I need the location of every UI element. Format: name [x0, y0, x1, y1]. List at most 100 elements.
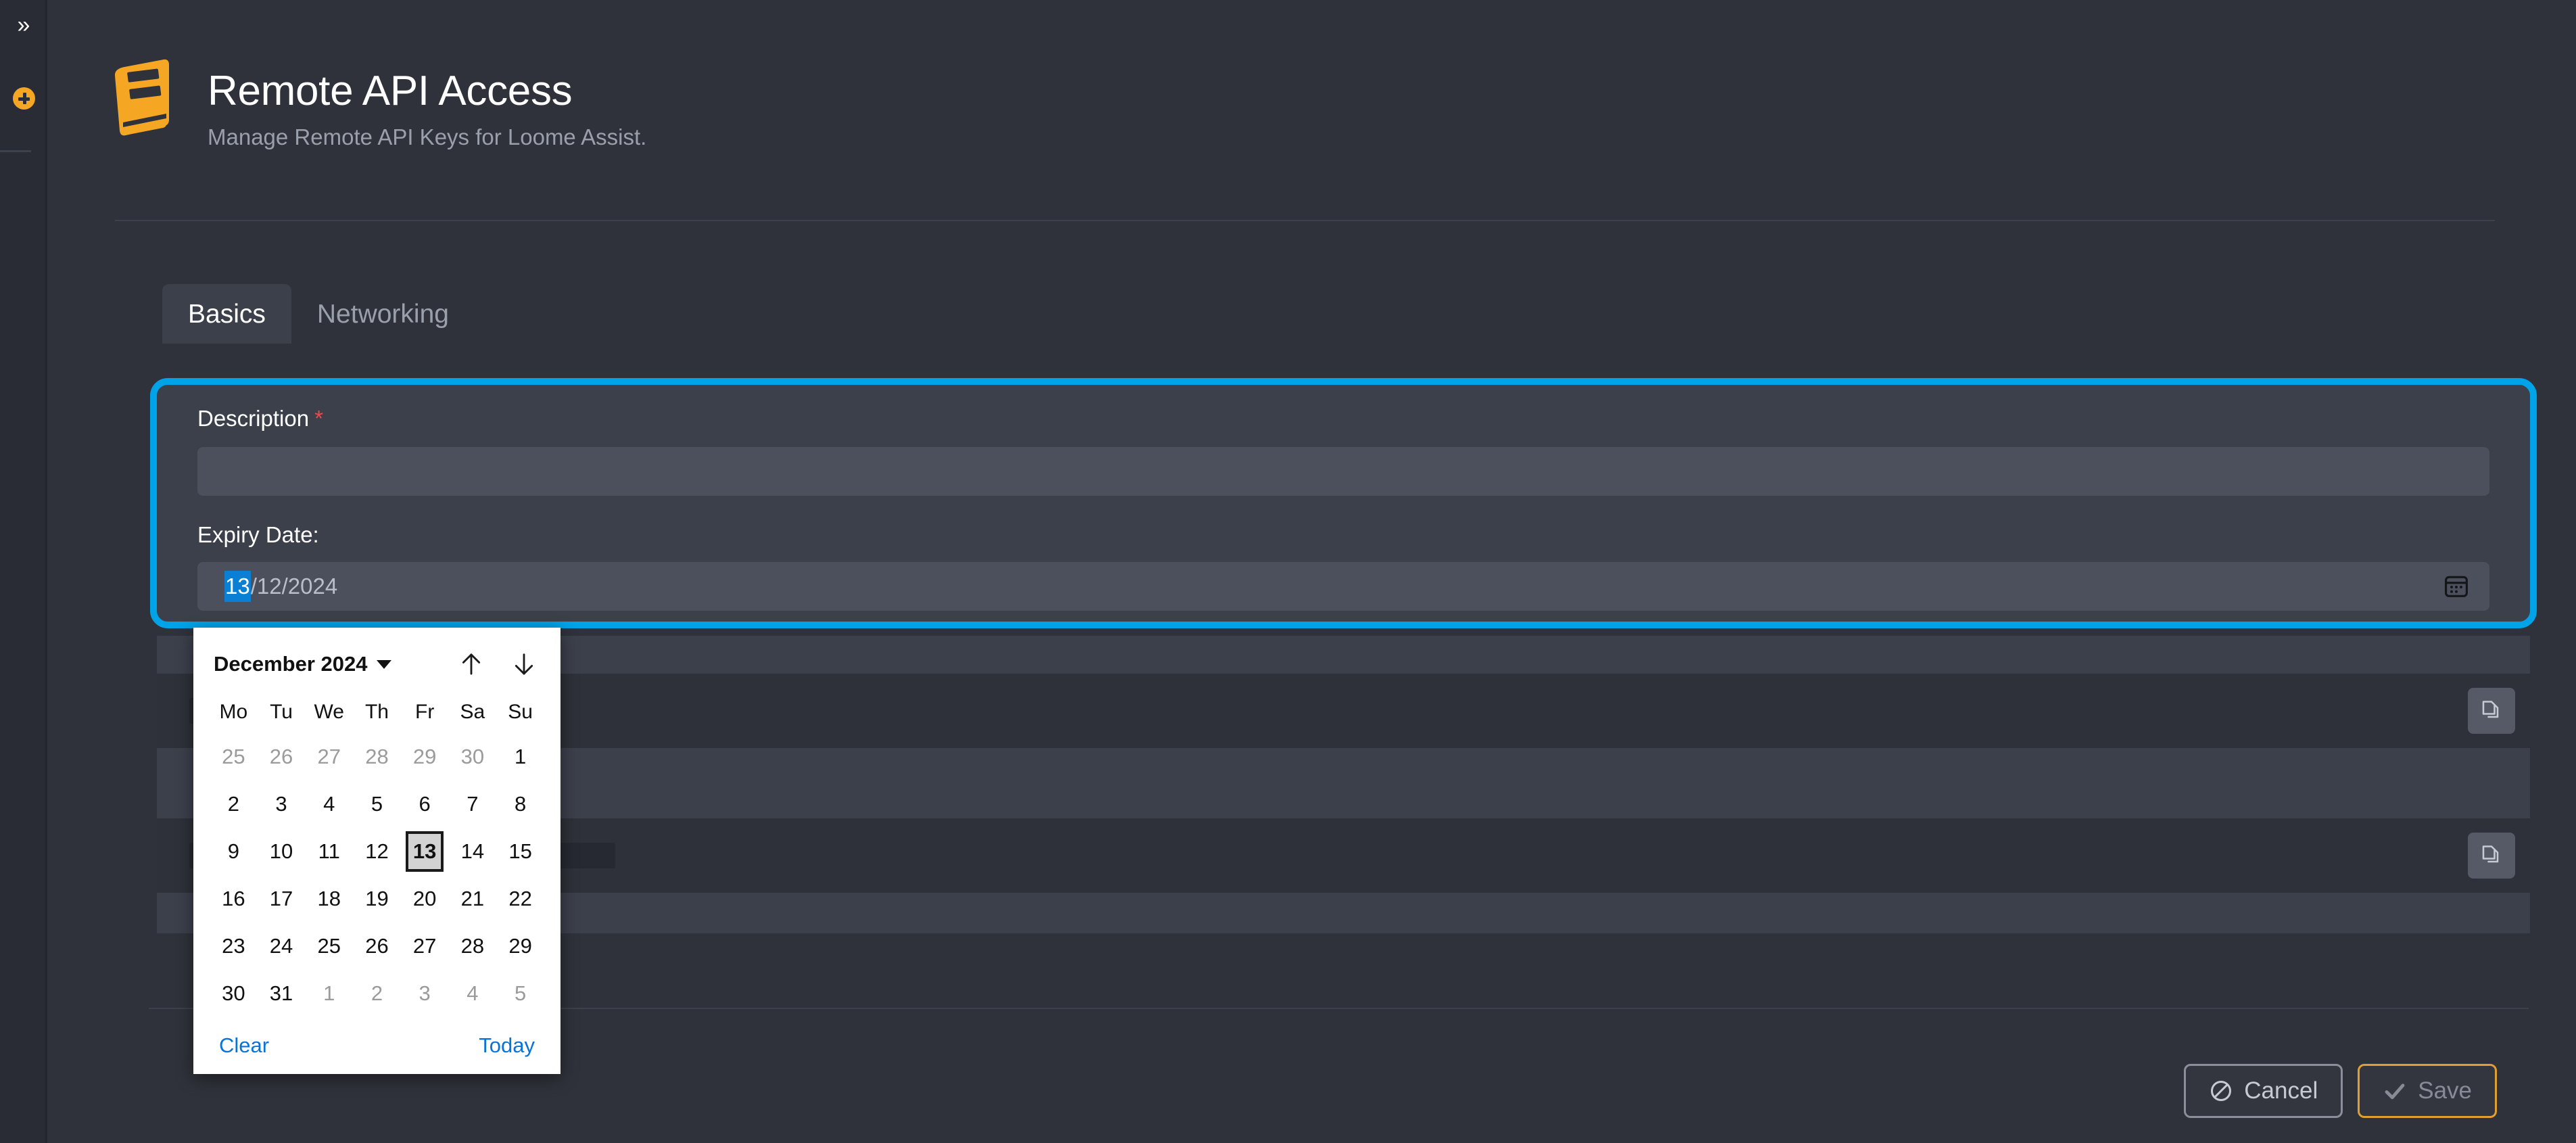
- day-cell[interactable]: 29: [496, 923, 544, 970]
- day-cell[interactable]: 1: [496, 733, 544, 780]
- arrow-up-icon[interactable]: [458, 649, 485, 679]
- day-cell[interactable]: 5: [496, 970, 544, 1017]
- required-marker: *: [314, 406, 323, 431]
- cancel-button[interactable]: Cancel: [2184, 1064, 2343, 1118]
- weekday-su: Su: [508, 701, 533, 723]
- datepicker-days-body: 25 26 27 28 29 30 1 2 3 4 5 6 7 8 9 10 1…: [210, 733, 544, 1017]
- expiry-date-label: Expiry Date:: [197, 522, 319, 547]
- day-cell[interactable]: 8: [496, 780, 544, 828]
- left-rail: »: [0, 0, 47, 1143]
- day-cell[interactable]: 29: [401, 733, 449, 780]
- day-cell[interactable]: 14: [449, 828, 497, 875]
- rail-divider: [0, 150, 31, 152]
- description-input[interactable]: [197, 447, 2489, 496]
- tab-bar: Basics Networking: [162, 284, 475, 344]
- save-button[interactable]: Save: [2358, 1064, 2497, 1118]
- datepicker-footer: Clear Today: [210, 1033, 544, 1059]
- day-cell[interactable]: 3: [401, 970, 449, 1017]
- app-root: » Remote API Access Manage Remote API Ke…: [0, 0, 2576, 1143]
- weekday-sa: Sa: [460, 701, 485, 723]
- copy-icon[interactable]: [2468, 833, 2515, 879]
- datepicker-popup: December 2024 Mo Tu We Th Fr Sa Su 25 26…: [193, 628, 560, 1074]
- description-label-group: Description *: [197, 405, 2530, 432]
- datepicker-month-year-button[interactable]: December 2024: [210, 649, 396, 679]
- weekday-th: Th: [364, 701, 389, 723]
- expiry-date-day-segment[interactable]: 13: [224, 571, 251, 602]
- weekday-tu: Tu: [270, 701, 293, 723]
- day-cell[interactable]: 6: [401, 780, 449, 828]
- day-cell[interactable]: 22: [496, 875, 544, 923]
- tab-basics[interactable]: Basics: [162, 284, 291, 344]
- weekday-mo: Mo: [219, 701, 248, 723]
- day-cell[interactable]: 3: [258, 780, 306, 828]
- day-cell[interactable]: 7: [449, 780, 497, 828]
- day-cell[interactable]: 26: [258, 733, 306, 780]
- day-cell[interactable]: 9: [210, 828, 258, 875]
- day-cell[interactable]: 4: [305, 780, 353, 828]
- day-cell[interactable]: 18: [305, 875, 353, 923]
- week-row: 30 31 1 2 3 4 5: [210, 970, 544, 1017]
- day-cell[interactable]: 28: [353, 733, 401, 780]
- datepicker-month-year-label: December 2024: [214, 652, 368, 676]
- page-subtitle: Manage Remote API Keys for Loome Assist.: [208, 124, 647, 149]
- day-cell[interactable]: 30: [449, 733, 497, 780]
- header-divider: [115, 220, 2495, 221]
- day-cell[interactable]: 26: [353, 923, 401, 970]
- arrow-down-icon[interactable]: [510, 649, 538, 679]
- copy-icon[interactable]: [2468, 688, 2515, 734]
- day-cell[interactable]: 17: [258, 875, 306, 923]
- day-cell[interactable]: 1: [305, 970, 353, 1017]
- footer-actions: Cancel Save: [2184, 1064, 2497, 1118]
- expiry-date-rest: /12/2024: [250, 574, 338, 599]
- week-row: 25 26 27 28 29 30 1: [210, 733, 544, 780]
- expiry-date-input[interactable]: 13/12/2024: [197, 562, 2489, 611]
- save-button-label: Save: [2418, 1077, 2472, 1104]
- page-header: Remote API Access Manage Remote API Keys…: [47, 0, 2576, 152]
- week-row: 23 24 25 26 27 28 29: [210, 923, 544, 970]
- day-cell[interactable]: 2: [353, 970, 401, 1017]
- header-text: Remote API Access Manage Remote API Keys…: [208, 57, 646, 152]
- day-cell[interactable]: 19: [353, 875, 401, 923]
- book-icon: [108, 57, 179, 137]
- week-row: 9 10 11 12 13 14 15: [210, 828, 544, 875]
- day-cell[interactable]: 24: [258, 923, 306, 970]
- datepicker-grid: Mo Tu We Th Fr Sa Su 25 26 27 28 29 30 1…: [210, 693, 544, 1017]
- day-cell[interactable]: 25: [210, 733, 258, 780]
- tab-networking[interactable]: Networking: [291, 284, 475, 344]
- description-label: Description: [197, 406, 310, 431]
- plus-circle-icon[interactable]: [13, 87, 35, 110]
- check-icon: [2383, 1079, 2407, 1103]
- day-cell[interactable]: 25: [305, 923, 353, 970]
- day-cell[interactable]: 30: [210, 970, 258, 1017]
- datepicker-nav: [458, 649, 544, 679]
- day-cell[interactable]: 20: [401, 875, 449, 923]
- day-cell[interactable]: 23: [210, 923, 258, 970]
- clear-button[interactable]: Clear: [219, 1033, 269, 1058]
- weekday-fr: Fr: [415, 701, 435, 723]
- day-cell-selected[interactable]: 13: [401, 828, 449, 875]
- day-cell[interactable]: 5: [353, 780, 401, 828]
- day-cell[interactable]: 27: [401, 923, 449, 970]
- main-content: Remote API Access Manage Remote API Keys…: [47, 0, 2576, 1143]
- day-cell[interactable]: 27: [305, 733, 353, 780]
- day-cell[interactable]: 31: [258, 970, 306, 1017]
- expiry-date-value: 13/12/2024: [197, 571, 338, 602]
- day-cell[interactable]: 15: [496, 828, 544, 875]
- week-row: 16 17 18 19 20 21 22: [210, 875, 544, 923]
- day-cell[interactable]: 21: [449, 875, 497, 923]
- day-cell[interactable]: 28: [449, 923, 497, 970]
- day-cell[interactable]: 4: [449, 970, 497, 1017]
- weekday-we: We: [314, 701, 344, 723]
- day-cell[interactable]: 11: [305, 828, 353, 875]
- ban-icon: [2209, 1079, 2233, 1103]
- day-cell[interactable]: 10: [258, 828, 306, 875]
- today-button[interactable]: Today: [479, 1033, 535, 1058]
- double-chevron-right-icon[interactable]: »: [0, 14, 47, 37]
- day-cell[interactable]: 12: [353, 828, 401, 875]
- day-cell[interactable]: 2: [210, 780, 258, 828]
- cancel-button-label: Cancel: [2244, 1077, 2318, 1104]
- page-title: Remote API Access: [208, 68, 573, 114]
- calendar-icon[interactable]: [2442, 572, 2471, 601]
- week-row: 2 3 4 5 6 7 8: [210, 780, 544, 828]
- day-cell[interactable]: 16: [210, 875, 258, 923]
